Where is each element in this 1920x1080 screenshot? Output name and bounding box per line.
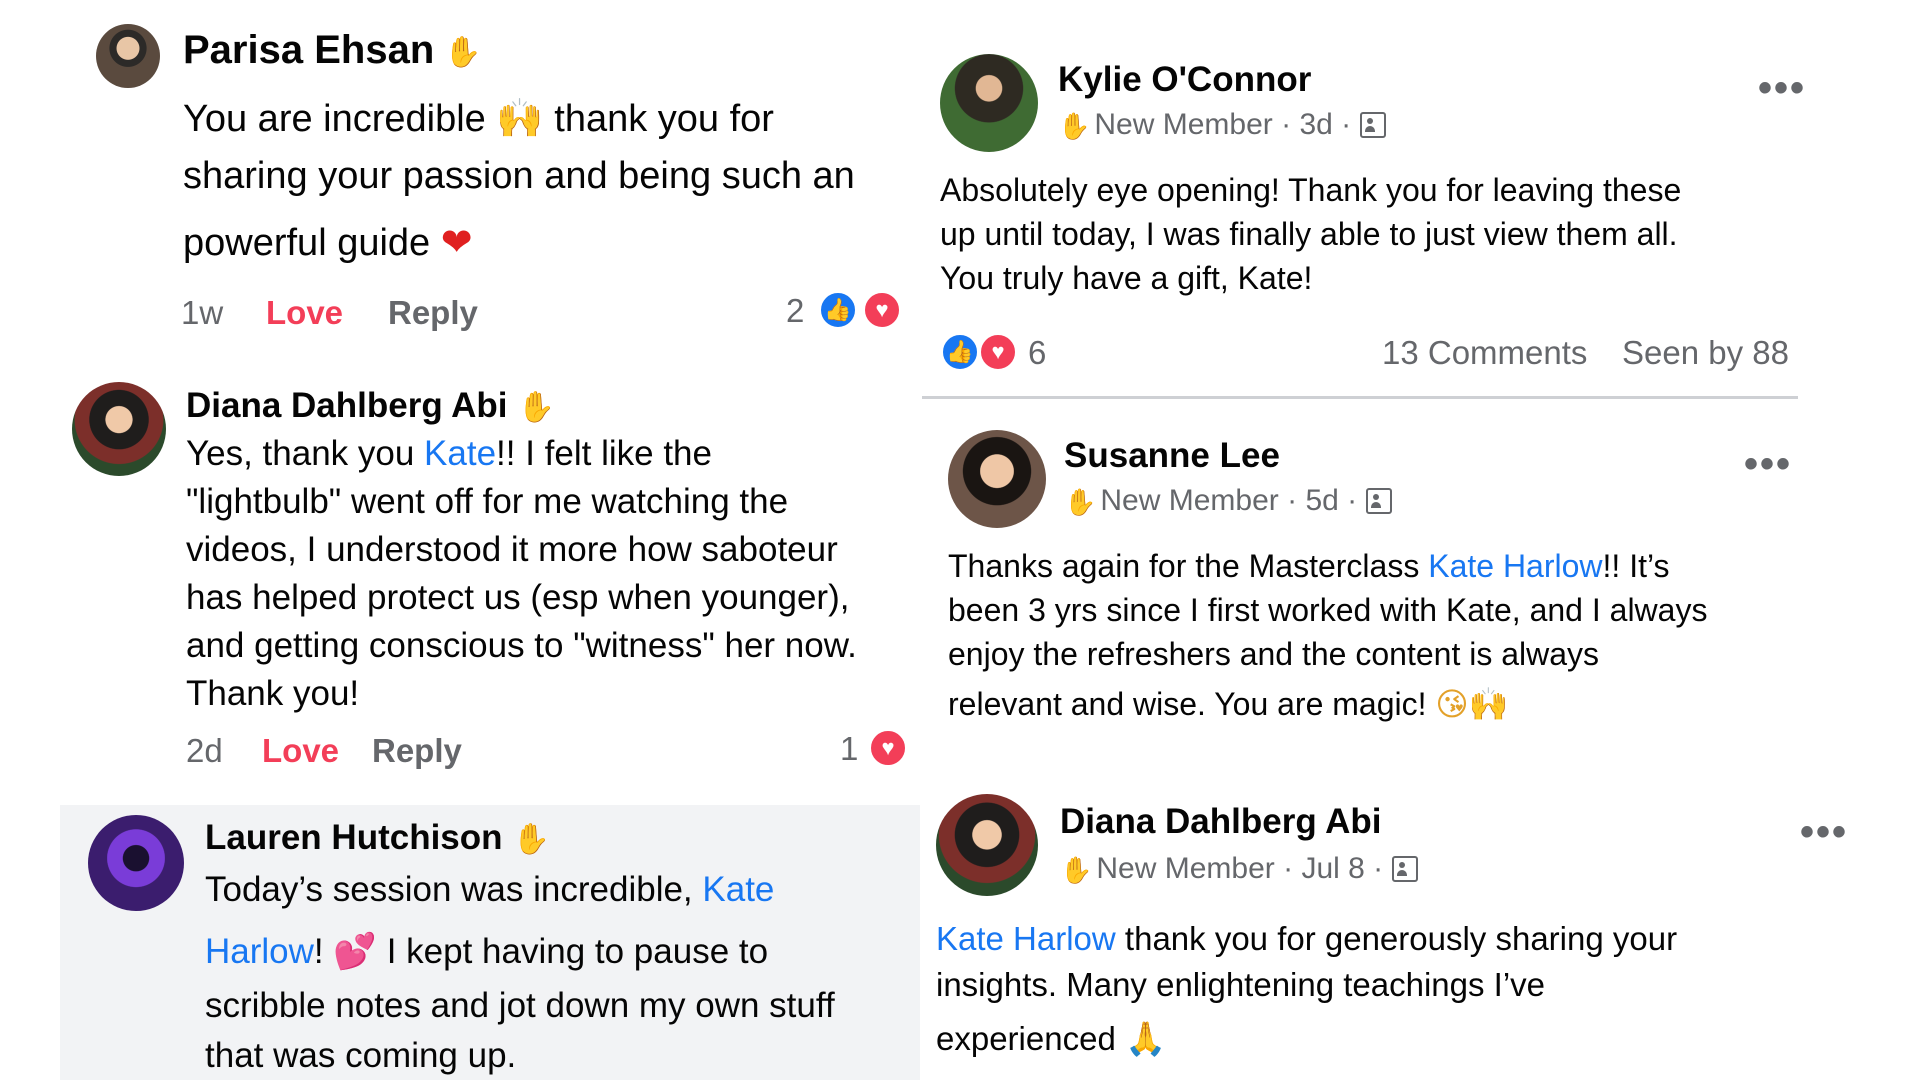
member-badge: New Member: [1094, 108, 1273, 141]
comment-text: You are incredible 🙌 thank you for shari…: [183, 96, 855, 264]
heart-icon: ♥: [862, 290, 902, 330]
post-time[interactable]: Jul 8: [1301, 852, 1364, 885]
wave-icon: ✋: [1064, 486, 1097, 517]
reaction-count[interactable]: 2: [786, 292, 804, 330]
post-subtitle: ✋ New Member · 5d ·: [1064, 484, 1392, 518]
post-subtitle: ✋ New Member · Jul 8 ·: [1060, 852, 1418, 886]
wave-icon: ✋: [1060, 854, 1093, 885]
more-options-icon[interactable]: •••: [1744, 442, 1792, 487]
post-author[interactable]: Kylie O'Connor: [1058, 60, 1311, 100]
more-options-icon[interactable]: •••: [1800, 810, 1848, 855]
member-badge: New Member: [1096, 852, 1275, 885]
mention-link[interactable]: Kate: [424, 434, 496, 473]
comment-time: 1w: [181, 294, 224, 331]
group-privacy-icon: [1365, 488, 1392, 514]
avatar-diana-post[interactable]: [936, 794, 1038, 896]
kiss-and-hands-emoji: 😘🙌: [1435, 685, 1509, 723]
avatar-diana[interactable]: [72, 382, 166, 476]
post-time[interactable]: 3d: [1299, 108, 1332, 141]
avatar-lauren[interactable]: [88, 815, 184, 911]
comment-time: 2d: [186, 732, 223, 769]
post-author[interactable]: Susanne Lee: [1064, 436, 1280, 476]
mention-link[interactable]: Kate: [702, 870, 774, 909]
member-badge: New Member: [1100, 484, 1279, 517]
reply-button[interactable]: Reply: [388, 294, 478, 332]
comment-author[interactable]: Parisa Ehsan ✋: [183, 28, 482, 73]
post-time[interactable]: 5d: [1305, 484, 1338, 517]
post-text: Kate Harlow thank you for generously sha…: [936, 920, 1678, 1058]
author-name[interactable]: Parisa Ehsan: [183, 28, 434, 72]
mention-link[interactable]: Harlow: [205, 932, 314, 971]
raised-hands-emoji: 🙌: [496, 96, 544, 140]
comment-author[interactable]: Diana Dahlberg Abi ✋: [186, 386, 555, 426]
comment-author[interactable]: Lauren Hutchison ✋: [205, 818, 550, 858]
post-text: Absolutely eye opening! Thank you for le…: [940, 172, 1682, 296]
like-icon: 👍: [818, 290, 858, 330]
love-button[interactable]: Love: [266, 294, 343, 332]
wave-icon: ✋: [512, 823, 550, 857]
post-text: Thanks again for the Masterclass Kate Ha…: [948, 548, 1708, 723]
group-privacy-icon: [1391, 856, 1418, 882]
post-divider: [922, 396, 1798, 399]
author-name[interactable]: Diana Dahlberg Abi: [186, 386, 508, 425]
comment-text: Today’s session was incredible, Kate Har…: [205, 870, 835, 1075]
reply-button[interactable]: Reply: [372, 732, 462, 770]
post-subtitle: ✋ New Member · 3d ·: [1058, 108, 1386, 142]
post-author[interactable]: Diana Dahlberg Abi: [1060, 802, 1382, 842]
heart-emoji: ❤: [440, 220, 473, 264]
mention-link[interactable]: Kate Harlow: [936, 920, 1116, 957]
wave-icon: ✋: [1058, 110, 1091, 141]
heart-icon: ♥: [978, 332, 1018, 372]
more-options-icon[interactable]: •••: [1758, 66, 1806, 111]
seen-by-count[interactable]: Seen by 88: [1622, 334, 1789, 372]
folded-hands-emoji: 🙏: [1124, 1019, 1167, 1058]
heart-icon: ♥: [868, 728, 908, 768]
like-icon: 👍: [940, 332, 980, 372]
author-name[interactable]: Lauren Hutchison: [205, 818, 503, 857]
group-privacy-icon: [1359, 112, 1386, 138]
reaction-count[interactable]: 6: [1028, 334, 1046, 372]
wave-icon: ✋: [444, 35, 482, 69]
wave-icon: ✋: [517, 391, 555, 425]
love-button[interactable]: Love: [262, 732, 339, 770]
reaction-count[interactable]: 1: [840, 730, 858, 768]
comment-text: Yes, thank you Kate!! I felt like the "l…: [186, 434, 857, 713]
avatar-parisa[interactable]: [96, 24, 160, 88]
mention-link[interactable]: Kate Harlow: [1428, 548, 1602, 584]
comments-count[interactable]: 13 Comments: [1382, 334, 1587, 372]
two-hearts-emoji: 💕: [333, 932, 377, 972]
avatar-susanne[interactable]: [948, 430, 1046, 528]
avatar-kylie[interactable]: [940, 54, 1038, 152]
